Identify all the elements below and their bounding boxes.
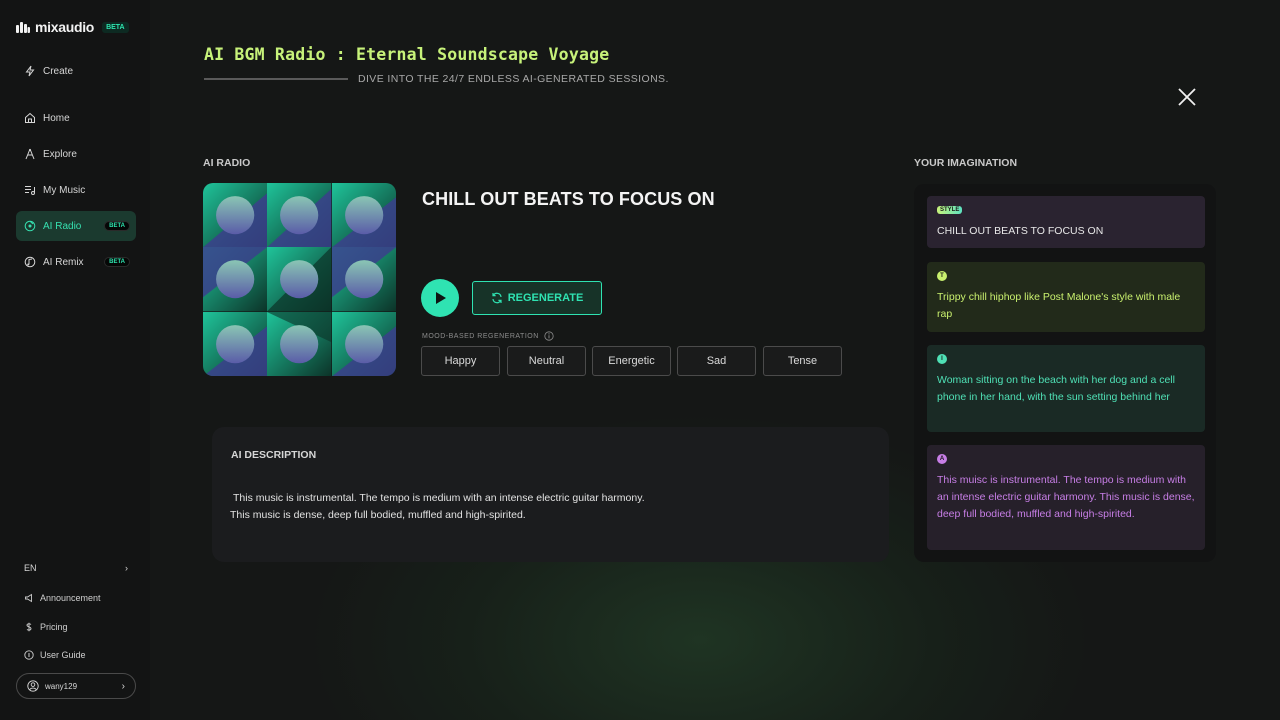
artwork-tile [203,247,268,312]
style-prompt-text: CHILL OUT BEATS TO FOCUS ON [937,225,1104,237]
language-label: EN [24,563,37,573]
nav-ai-remix[interactable]: AI Remix BETA [16,247,136,277]
user-guide-label: User Guide [40,650,86,660]
refresh-icon [492,292,502,304]
beta-badge: BETA [102,21,129,33]
track-title: CHILL OUT BEATS TO FOCUS ON [422,189,715,209]
description-line: This music is dense, deep full bodied, m… [230,509,526,521]
image-prompt-card: I Woman sitting on the beach with her do… [927,345,1205,432]
megaphone-icon [25,593,32,603]
nav-create-label: Create [43,65,74,77]
artwork-tile [267,311,332,376]
nav-my-music-label: My Music [43,184,86,196]
description-line: This music is instrumental. The tempo is… [233,492,645,504]
audio-prompt-text: This muisc is instrumental. The tempo is… [937,474,1195,520]
remix-icon [24,256,36,268]
chevron-right-icon: › [121,680,125,692]
artwork-tile [267,183,332,248]
nav-ai-remix-label: AI Remix [43,256,84,268]
mood-button-sad[interactable]: Sad [677,346,756,376]
nav-explore[interactable]: Explore [16,139,136,169]
regenerate-button[interactable]: REGENERATE [472,281,602,315]
audio-prompt-card: A This muisc is instrumental. The tempo … [927,445,1205,550]
logo-icon [16,21,30,33]
ai-radio-beta-badge: BETA [104,221,130,231]
page-subtitle: DIVE INTO THE 24/7 ENDLESS AI-GENERATED … [358,73,669,85]
artwork-tile [203,183,268,248]
announcement-link[interactable]: Announcement [24,593,101,603]
imagination-section-label: YOUR IMAGINATION [914,157,1018,169]
nav-ai-radio-label: AI Radio [43,220,82,232]
audio-prompt-badge: A [937,454,947,464]
artwork-tile [331,183,396,248]
close-icon[interactable] [1176,86,1198,108]
mood-button-tense[interactable]: Tense [763,346,842,376]
text-prompt-badge: T [937,271,947,281]
imagination-panel: STYLE CHILL OUT BEATS TO FOCUS ON T Trip… [914,184,1216,562]
album-artwork [203,183,396,376]
artwork-tile [267,247,332,312]
music-list-icon [25,186,35,195]
mood-regeneration-label: MOOD-BASED REGENERATION [422,331,554,341]
ai-description-text: This music is instrumental. The tempo is… [230,490,645,524]
dollar-icon [26,622,32,632]
nav-home[interactable]: Home [16,103,136,133]
username: wany129 [45,681,78,691]
text-prompt-text: Trippy chill hiphop like Post Malone's s… [937,291,1181,320]
radio-icon [24,220,36,232]
ai-description-title: AI DESCRIPTION [231,449,317,461]
play-icon [436,292,446,304]
artwork-tile [203,311,268,376]
brand-name: mixaudio [35,19,95,35]
logo[interactable]: mixaudio BETA [16,19,129,35]
image-prompt-badge: I [937,354,947,364]
mood-button-energetic[interactable]: Energetic [592,346,671,376]
pricing-link[interactable]: Pricing [24,622,68,632]
style-prompt-card: STYLE CHILL OUT BEATS TO FOCUS ON [927,196,1205,248]
mood-label-text: MOOD-BASED REGENERATION [422,332,539,340]
explore-icon [25,148,35,160]
mood-button-neutral[interactable]: Neutral [507,346,586,376]
artwork-tile [331,311,396,376]
page-title: AI BGM Radio : Eternal Soundscape Voyage [204,45,610,64]
image-prompt-text: Woman sitting on the beach with her dog … [937,374,1175,403]
ai-remix-beta-badge: BETA [104,257,130,267]
nav-home-label: Home [43,112,70,124]
user-guide-link[interactable]: User Guide [24,650,86,660]
ai-radio-section-label: AI RADIO [203,157,251,169]
nav-explore-label: Explore [43,148,77,160]
guide-icon [24,650,34,660]
mood-button-happy[interactable]: Happy [421,346,500,376]
announcement-label: Announcement [40,593,101,603]
artwork-tile [331,247,396,312]
ai-description-card: AI DESCRIPTION This music is instrumenta… [212,427,889,562]
sidebar: mixaudio BETA Create Home Explore My Mus… [0,0,150,720]
nav-ai-radio[interactable]: AI Radio BETA [16,211,136,241]
avatar-icon [27,680,39,692]
home-icon [25,112,35,123]
info-icon[interactable] [544,331,554,341]
pricing-label: Pricing [40,622,68,632]
user-menu[interactable]: wany129 › [16,673,136,699]
text-prompt-card: T Trippy chill hiphop like Post Malone's… [927,262,1205,332]
play-button[interactable] [421,279,459,317]
style-badge: STYLE [937,206,963,214]
chevron-right-icon: › [125,563,128,573]
lightning-icon [25,65,35,77]
nav-create[interactable]: Create [16,56,136,86]
nav-my-music[interactable]: My Music [16,175,136,205]
language-selector[interactable]: EN › [24,563,128,573]
regenerate-label: REGENERATE [507,292,584,304]
title-divider [204,78,348,80]
